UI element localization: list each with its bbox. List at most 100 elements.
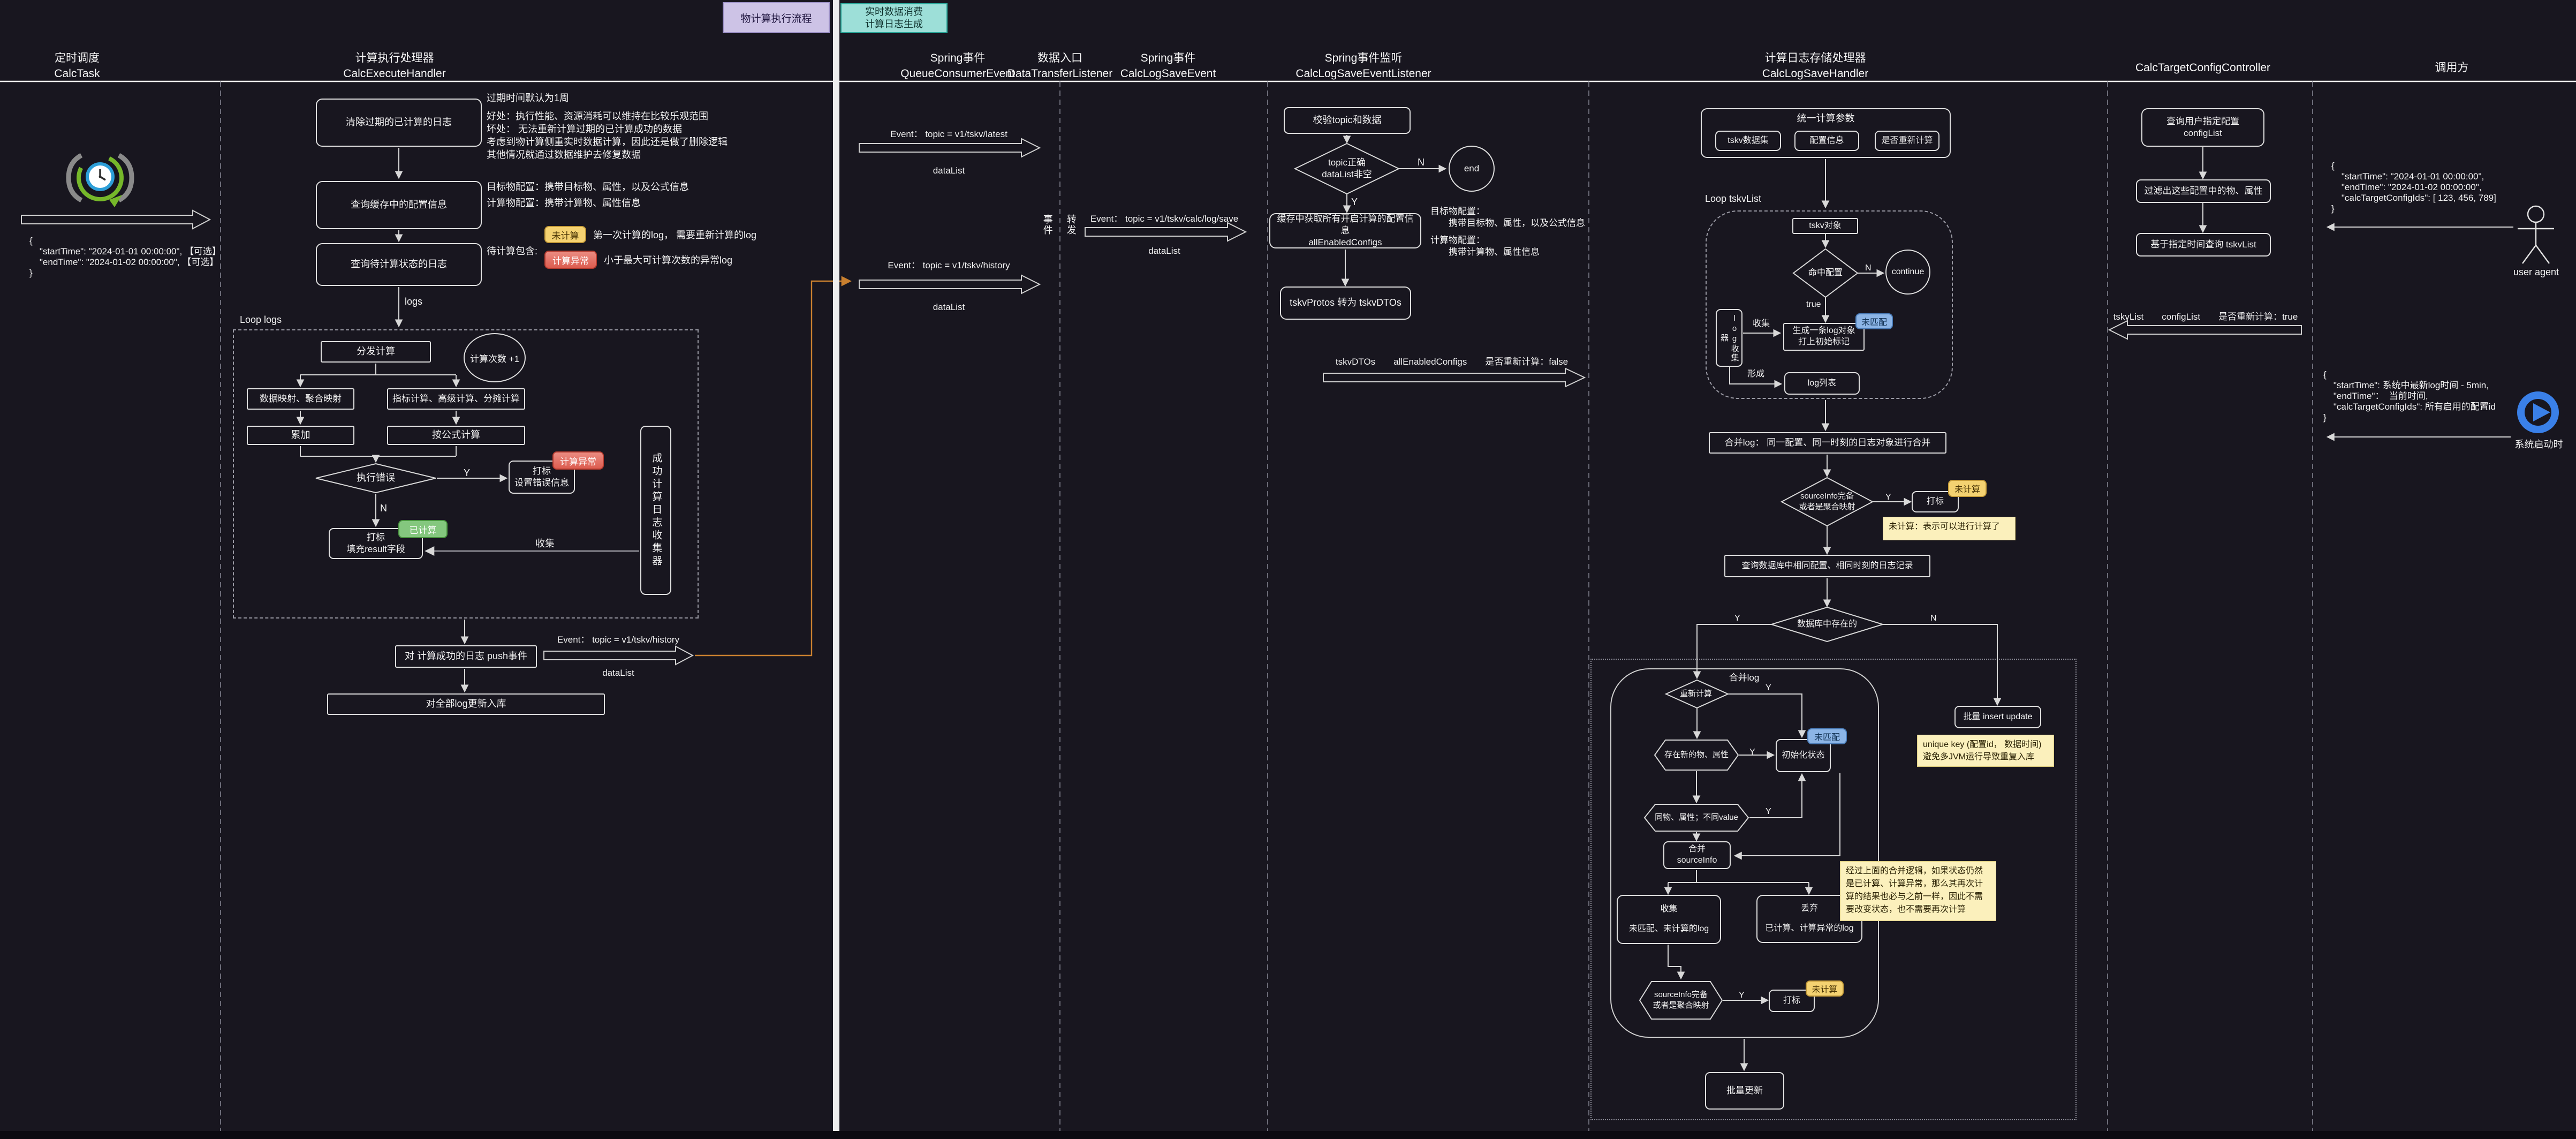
box-log-list: log列表: [1784, 372, 1860, 395]
note-consideration: 考虑到物计算侧重实时数据计算，因此还是做了删除逻辑 其他情况就通过数据维护去修复…: [487, 136, 728, 162]
box-query-pending-logs: 查询待计算状态的日志: [316, 243, 482, 286]
param-recalc-flag: 是否重新计算: [1875, 131, 1939, 151]
diamond-sourceinfo-label: sourceInfo完备 或者是聚合映射: [1783, 480, 1872, 524]
box-query-by-time: 基于指定时间查询 tskvList: [2136, 233, 2271, 257]
loop-tskvlist-label: Loop tskvList: [1705, 193, 1761, 206]
lane-save-handler: 计算日志存储处理器 CalcLogSaveHandler: [1719, 50, 1912, 82]
badge-calc-error: 计算异常: [544, 251, 597, 269]
box-filter-things: 过滤出这些配置中的物、属性: [2136, 179, 2271, 203]
save-event-topic: Event： topic = v1/tskv/calc/log/save: [1079, 213, 1250, 225]
label-y-exec-error: Y: [464, 467, 470, 480]
label-y-sourceinfo: Y: [1885, 492, 1891, 503]
box-merge-sourceinfo: 合并 sourceInfo: [1663, 841, 1731, 869]
diamond-exec-error-label: 执行错误: [316, 464, 436, 493]
badge-unmatched-2: 未匹配: [1807, 728, 1847, 744]
legend-exec-flow-label: 物计算执行流程: [740, 11, 812, 25]
badge-uncalc-handler: 未计算: [1948, 480, 1987, 497]
label-logs: logs: [405, 296, 422, 308]
label-y-newthings: Y: [1749, 746, 1755, 758]
listener-out-params: tskvDTOs allEnabledConfigs 是否重新计算：false: [1320, 356, 1584, 368]
label-y-sourceinfo2: Y: [1739, 990, 1745, 1001]
system-start-play-icon: [2517, 391, 2559, 433]
label-n-exec-error: N: [380, 502, 387, 515]
label-y-diffvalue: Y: [1766, 806, 1771, 817]
push-event-payload: dataList: [541, 667, 696, 679]
box-merge-log: 合并log： 同一配置、同一时刻的日志对象进行合并: [1709, 432, 1946, 454]
note-pending-contains: 待计算包含:: [487, 245, 537, 258]
badge-unmatched: 未匹配: [1855, 313, 1893, 329]
box-batch-insert-update: 批量 insert update: [1954, 706, 2041, 728]
controller-out-params: tskvList configList 是否重新计算：true: [2104, 311, 2307, 323]
circle-continue: continue: [1885, 250, 1930, 295]
lane-save-listener: Spring事件监听 CalcLogSaveEventListener: [1267, 50, 1460, 82]
log-collector-box: log收集器: [1719, 311, 1740, 365]
label-true: true: [1806, 299, 1821, 310]
box-generate-log: 生成一条log对象 打上初始标记: [1783, 323, 1865, 351]
push-event-topic: Event： topic = v1/tskv/history: [541, 634, 696, 646]
note-calc-error-desc: 小于最大可计算次数的异常log: [604, 254, 732, 267]
sequence-flow-diagram: 物计算执行流程 实时数据消费 计算日志生成 定时调度 CalcTask 计算执行…: [0, 0, 2576, 1139]
diamond-recalc-label: 重新计算: [1666, 682, 1726, 706]
box-data-mapping: 数据映射、聚合映射: [247, 388, 354, 410]
box-convert-dtos: tskvProtos 转为 tskvDTOs: [1280, 286, 1411, 320]
listener-note-calc: 计算物配置： 携带计算物、属性信息: [1430, 235, 1540, 259]
box-collect-uncalc: 收集 未匹配、未计算的log: [1617, 895, 1721, 944]
badge-calc-error-2: 计算异常: [552, 451, 604, 470]
label-n-topic: N: [1418, 156, 1425, 169]
hex-new-things-label: 存在新的物、属性: [1655, 740, 1738, 770]
diamond-db-exists-label: 数据库中存在的: [1772, 609, 1882, 639]
calctask-request-json: { "startTime": "2024-01-01 00:00:00", 【可…: [29, 236, 221, 278]
circle-calc-count: 计算次数 +1: [464, 333, 526, 382]
note-pros-cons: 好处：执行性能、资源消耗可以维持在比较乐观范围 坏处： 无法重新计算过期的已计算…: [487, 110, 708, 136]
box-metric-calc: 指标计算、高级计算、分摊计算: [387, 388, 525, 410]
box-clear-expired-logs: 清除过期的已计算的日志: [316, 99, 482, 147]
label-collect-handler: 收集: [1753, 318, 1770, 329]
box-accumulate: 累加: [247, 426, 354, 445]
lifelines: [221, 81, 2313, 1131]
note-target-config: 目标物配置：携带目标物、属性，以及公式信息: [487, 181, 689, 194]
note-uncalculated-desc: 第一次计算的log， 需要重新计算的log: [593, 229, 756, 242]
param-config-info: 配置信息: [1794, 131, 1859, 151]
diamond-topic-valid-label: topic正确 dataList非空: [1296, 146, 1398, 192]
box-tskv-object: tskv对象: [1792, 218, 1858, 234]
user-agent-label: user agent: [2492, 267, 2576, 278]
label-collect: 收集: [535, 538, 555, 550]
note-expire-default: 过期时间默认为1周: [487, 92, 569, 105]
box-query-cached-config: 查询缓存中的配置信息: [316, 181, 482, 229]
label-event-forward-b: 转发: [1064, 214, 1077, 236]
box-query-db-logs: 查询数据库中相同配置、相同时刻的日志记录: [1724, 555, 1930, 577]
circle-end: end: [1449, 146, 1495, 192]
lane-exec-handler: 计算执行处理器 CalcExecuteHandler: [298, 50, 491, 82]
label-y-exists: Y: [1734, 613, 1740, 624]
param-tskv-dataset: tskv数据集: [1715, 131, 1781, 151]
label-y-recalc: Y: [1766, 682, 1771, 693]
label-n-exists: N: [1930, 613, 1937, 624]
badge-uncalculated: 未计算: [544, 226, 586, 243]
system-start-json: { "startTime": 系统中最新log时间 - 5min, "endTi…: [2323, 369, 2496, 423]
legend-realtime-flow-label: 实时数据消费 计算日志生成: [865, 6, 923, 31]
latest-event-topic: Event： topic = v1/tskv/latest: [859, 129, 1039, 140]
box-query-user-configs: 查询用户指定配置 configList: [2141, 108, 2264, 147]
note-unique-key: unique key (配置id， 数据时间) 避免多JVM运行导致重复入库: [1917, 735, 2054, 767]
diagram-connectors: [0, 0, 2576, 1139]
loop-logs-label: Loop logs: [240, 314, 282, 327]
save-event-payload: dataList: [1079, 245, 1250, 257]
box-batch-update: 批量更新: [1705, 1072, 1784, 1110]
legend-exec-flow: 物计算执行流程: [723, 2, 830, 33]
listener-note-target: 目标物配置： 携带目标物、属性，以及公式信息: [1430, 206, 1585, 230]
box-push-success-logs: 对 计算成功的日志 push事件: [395, 645, 537, 668]
scheduler-clock-icon: [69, 149, 132, 207]
note-calc-config: 计算物配置：携带计算物、属性信息: [487, 197, 641, 210]
history-event-payload: dataList: [859, 301, 1039, 313]
lane-caller: 调用方: [2355, 60, 2548, 76]
bottom-bar: [0, 1131, 2576, 1139]
note-merge-logic: 经过上面的合并逻辑，如果状态仍然 是已计算、计算异常，那么其再次计 算的结果也必…: [1840, 861, 1996, 921]
hex-sourceinfo2-label: sourceInfo完备 或者是聚合映射: [1640, 982, 1722, 1019]
box-update-all-logs: 对全部log更新入库: [327, 693, 605, 715]
history-event-topic: Event： topic = v1/tskv/history: [859, 260, 1039, 271]
section-divider: [833, 0, 839, 1131]
lane-save-event: Spring事件 CalcLogSaveEvent: [1072, 50, 1264, 82]
label-form: 形成: [1747, 368, 1764, 380]
user-agent-icon: [2518, 206, 2554, 263]
legend-realtime-flow: 实时数据消费 计算日志生成: [840, 3, 948, 33]
